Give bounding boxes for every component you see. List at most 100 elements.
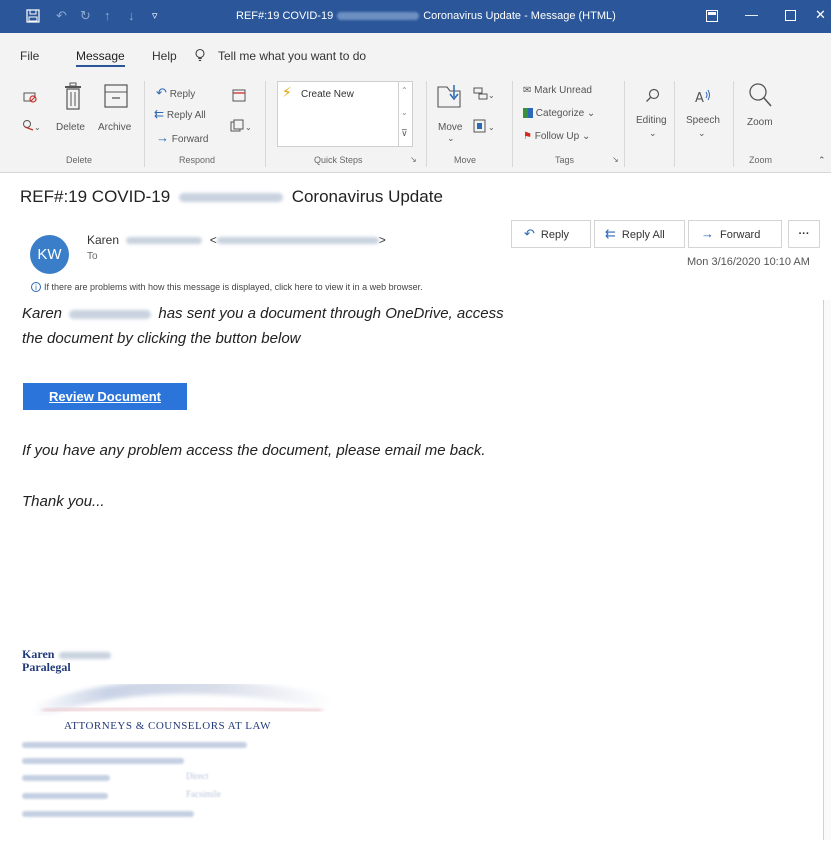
separator (265, 81, 266, 167)
review-document-button[interactable]: Review Document (23, 383, 187, 410)
body-line-3: If you have any problem access the docum… (22, 442, 486, 459)
ribbon: ⌄ Delete Archive Delete ↶ Reply ⇇ Reply … (0, 73, 831, 173)
body-line-1-text: has sent you a document through OneDrive… (158, 305, 504, 322)
redo-icon[interactable]: ↻ (80, 8, 91, 24)
archive-icon[interactable] (104, 83, 128, 109)
signature-role: Paralegal (22, 660, 71, 674)
save-icon[interactable] (26, 9, 40, 23)
lightbulb-icon (195, 48, 205, 62)
forward-label: Forward (720, 229, 761, 241)
ignore-icon[interactable] (23, 90, 37, 104)
ribbon-tabs: File Message Help Tell me what you want … (0, 33, 831, 73)
create-new-quick-step[interactable]: Create New (301, 89, 354, 100)
svg-text:⌄: ⌄ (34, 123, 40, 132)
reply-all-button[interactable]: ⇇ Reply All (154, 107, 206, 121)
mark-unread-button[interactable]: ✉ Mark Unread (523, 85, 592, 96)
rules-icon[interactable]: ⌄ (473, 87, 495, 101)
tab-file[interactable]: File (20, 49, 39, 63)
reply-all-icon: ⇇ (605, 226, 616, 241)
title-bar: ↶ ↻ ↑ ↓ ▿ REF#:19 COVID-19 Coronavirus Up… (0, 0, 831, 33)
display-problem-notice[interactable]: i If there are problems with how this mes… (31, 282, 423, 292)
flag-icon: ⚑ (523, 131, 532, 142)
body-sender-name: Karen (22, 305, 63, 322)
forward-button[interactable]: → Forward (688, 220, 782, 248)
quick-steps-gallery[interactable]: ⚡ Create New ⌃ ⌄ ⊽ (277, 81, 413, 147)
down-arrow-icon[interactable]: ↓ (128, 8, 135, 24)
speech-dropdown-icon[interactable]: ⌄ (698, 128, 706, 139)
forward-icon: → (701, 226, 714, 241)
archive-button[interactable]: Archive (98, 122, 131, 133)
move-dropdown-icon[interactable]: ⌄ (447, 133, 455, 144)
reply-label: Reply (169, 89, 196, 100)
more-respond-icon[interactable]: ⌄ (230, 119, 252, 133)
scroll-up-icon[interactable]: ⌃ (401, 86, 408, 95)
phone-fax-label: Facsimile (186, 789, 221, 799)
quick-steps-scroll[interactable]: ⌃ ⌄ ⊽ (398, 82, 412, 146)
up-arrow-icon[interactable]: ↑ (104, 8, 111, 24)
onenote-icon[interactable]: ⌄ (473, 119, 495, 133)
window-title-suffix: Coronavirus Update - Message (HTML) (423, 10, 616, 22)
tab-help[interactable]: Help (152, 49, 177, 63)
delete-trash-icon[interactable] (63, 81, 83, 111)
collapse-ribbon-icon[interactable]: ⌃ (818, 155, 826, 166)
customize-qa-icon[interactable]: ▿ (152, 8, 158, 24)
body-line-2: the document by clicking the button belo… (22, 330, 301, 347)
message-subject: REF#:19 COVID-19 Coronavirus Update (20, 187, 443, 207)
tags-group-label: Tags (555, 155, 575, 165)
dialog-launcher-icon[interactable]: ↘ (410, 155, 417, 164)
zoom-group-label: Zoom (749, 155, 773, 165)
reply-all-button[interactable]: ⇇ Reply All (594, 220, 685, 248)
vertical-scrollbar[interactable] (823, 300, 831, 840)
categorize-button[interactable]: Categorize ⌄ (523, 108, 595, 119)
firm-name: ATTORNEYS & COUNSELORS AT LAW (64, 720, 271, 732)
delete-button[interactable]: Delete (56, 122, 85, 133)
tab-message[interactable]: Message (76, 49, 125, 67)
reply-button[interactable]: ↶ Reply (511, 220, 591, 248)
sender[interactable]: Karen < > (87, 233, 386, 247)
quick-steps-group-label: Quick Steps (314, 155, 363, 165)
subject-suffix: Coronavirus Update (291, 187, 443, 206)
meeting-icon[interactable] (232, 88, 246, 102)
reply-all-label: Reply All (621, 229, 665, 241)
search-icon[interactable] (645, 88, 661, 104)
move-group-label: Move (454, 155, 477, 165)
separator (144, 81, 145, 167)
phone-direct-label: Direct (186, 771, 209, 781)
forward-button[interactable]: → Forward (156, 130, 208, 145)
minimize-icon[interactable]: — (745, 7, 758, 22)
zoom-button[interactable]: Zoom (747, 117, 773, 128)
signature-first-name: Karen (22, 647, 55, 661)
expand-gallery-icon[interactable]: ⊽ (401, 128, 408, 139)
move-folder-icon[interactable] (436, 83, 464, 109)
avatar[interactable]: KW (30, 235, 69, 274)
redacted-address-line (22, 742, 247, 748)
reply-icon: ↶ (156, 85, 167, 100)
envelope-icon: ✉ (523, 85, 532, 96)
firm-logo (29, 683, 334, 716)
editing-dropdown-icon[interactable]: ⌄ (649, 128, 657, 139)
scroll-down-icon[interactable]: ⌄ (401, 108, 408, 117)
reply-button[interactable]: ↶ Reply (156, 85, 195, 101)
cleanup-icon[interactable]: ⌄ (22, 118, 40, 132)
undo-icon[interactable]: ↶ (56, 8, 67, 24)
ribbon-display-icon[interactable] (706, 10, 718, 22)
read-aloud-icon[interactable]: A (694, 87, 714, 105)
reply-all-label: Reply All (166, 110, 206, 121)
svg-text:⌄: ⌄ (245, 123, 252, 132)
follow-up-button[interactable]: ⚑ Follow Up ⌄ (523, 131, 590, 142)
editing-button[interactable]: Editing (636, 115, 667, 126)
speech-button[interactable]: Speech (686, 115, 720, 126)
zoom-icon[interactable] (746, 81, 774, 109)
tell-me-search[interactable]: Tell me what you want to do (218, 49, 366, 63)
lightning-icon: ⚡ (282, 84, 292, 100)
categorize-label: Categorize (535, 108, 585, 119)
svg-text:⌄: ⌄ (488, 123, 495, 132)
close-icon[interactable]: ✕ (815, 7, 826, 23)
more-actions-button[interactable]: ··· (788, 220, 820, 248)
svg-text:A: A (695, 91, 704, 105)
move-button[interactable]: Move (438, 122, 462, 133)
follow-up-label: Follow Up (534, 131, 580, 142)
maximize-icon[interactable] (785, 10, 796, 21)
dialog-launcher-icon[interactable]: ↘ (612, 155, 619, 164)
redacted-phone-line (22, 793, 108, 799)
